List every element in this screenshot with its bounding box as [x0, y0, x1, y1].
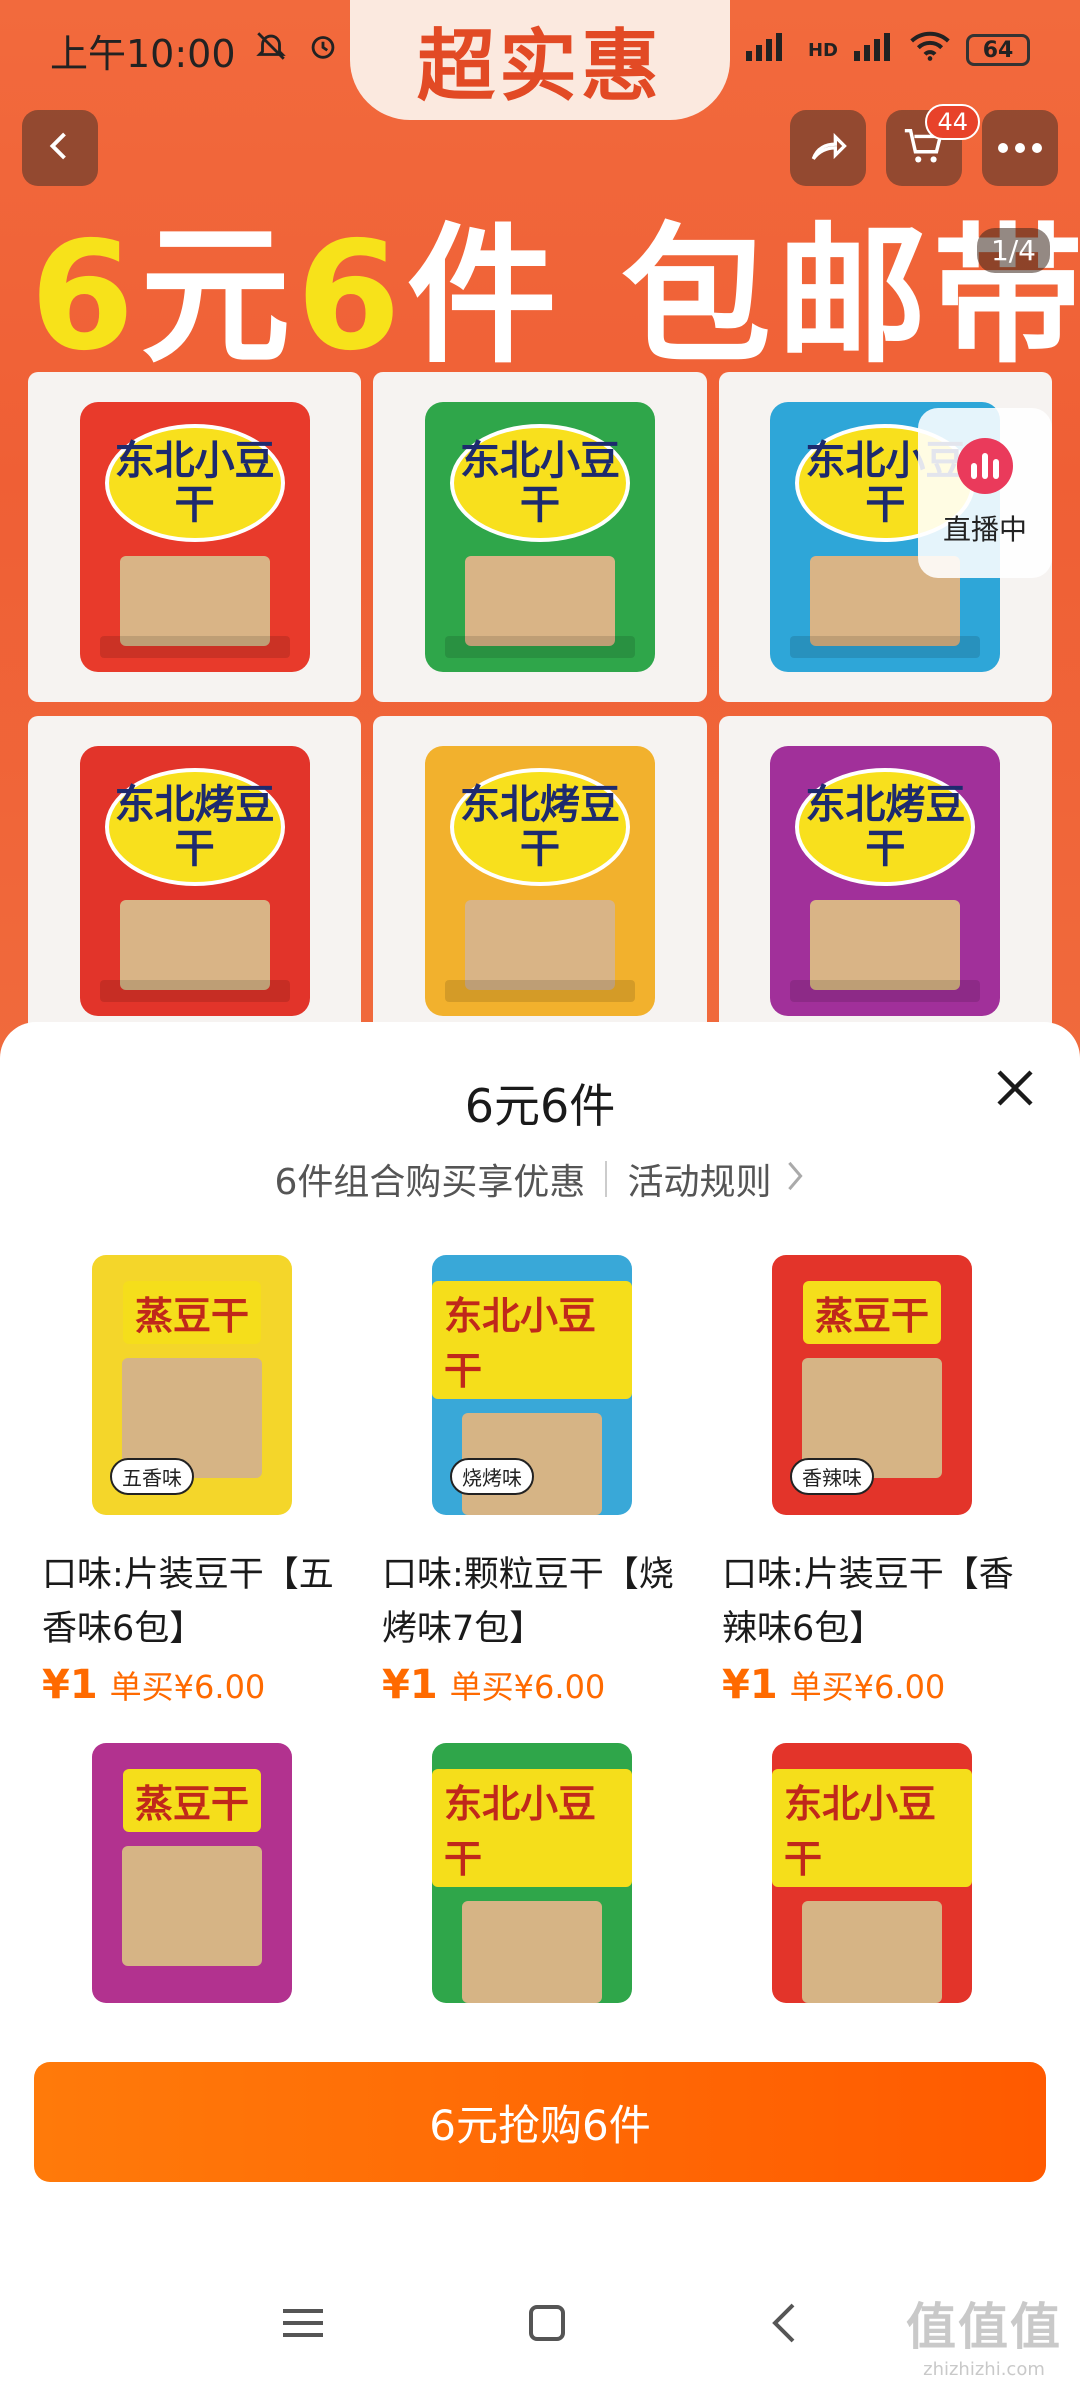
sku-image: 东北小豆干	[722, 1728, 1022, 2018]
signal-icon	[745, 31, 792, 69]
sku-image: 东北小豆干 烧烤味	[382, 1240, 682, 1530]
image-pager: 1/4	[976, 228, 1050, 273]
buy-bundle-button[interactable]: 6元抢购6件	[34, 2062, 1046, 2182]
sku-item[interactable]: 东北小豆干 烧烤味 口味:颗粒豆干【烧烤味7包】 ¥1 单买¥6.00	[382, 1240, 698, 1708]
sheet-subtitle-row: 6件组合购买享优惠 活动规则	[0, 1153, 1080, 1205]
divider	[605, 1161, 608, 1197]
rules-link[interactable]: 活动规则	[627, 1153, 805, 1205]
sku-item[interactable]: 蒸豆干 五香味 口味:片装豆干【五香味6包】 ¥1 单买¥6.00	[42, 1240, 358, 1708]
sheet-subtitle: 6件组合购买享优惠	[274, 1162, 586, 1203]
share-icon	[806, 124, 850, 172]
back-nav-icon[interactable]	[769, 2301, 799, 2349]
battery-indicator: 64	[966, 34, 1030, 66]
banner-pack: 东北烤豆干	[770, 746, 1001, 1016]
sku-item[interactable]: 东北小豆干	[382, 1728, 698, 2018]
home-icon[interactable]	[527, 2303, 567, 2347]
alarm-icon	[306, 29, 340, 72]
close-button[interactable]	[985, 1060, 1045, 1120]
banner-product-grid: 东北小豆干 东北小豆干 东北小豆干 东北烤豆干 东北烤豆干 东北烤豆干	[28, 372, 1052, 1046]
sku-image: 蒸豆干 香辣味	[722, 1240, 1022, 1530]
banner-pack: 东北烤豆干	[79, 746, 310, 1016]
menu-icon[interactable]	[281, 2303, 325, 2347]
sku-image: 东北小豆干	[382, 1728, 682, 2018]
chevron-left-icon	[42, 128, 78, 168]
banner-product: 东北小豆干	[373, 372, 707, 702]
banner-pack: 东北小豆干	[79, 402, 310, 672]
promo-slogan: 6元6件 包邮带走	[30, 210, 1080, 384]
sku-item[interactable]: 东北小豆干	[722, 1728, 1038, 2018]
sku-name: 口味:颗粒豆干【烧烤味7包】	[382, 1555, 674, 1649]
sku-item[interactable]: 蒸豆干	[42, 1728, 358, 2018]
sku-price-row: ¥1 单买¥6.00	[382, 1662, 606, 1708]
wifi-icon	[910, 30, 950, 70]
sku-price-row: ¥1 单买¥6.00	[42, 1662, 266, 1708]
chevron-right-icon	[785, 1159, 805, 1200]
sku-item[interactable]: 蒸豆干 香辣味 口味:片装豆干【香辣味6包】 ¥1 单买¥6.00	[722, 1240, 1038, 1708]
cart-count-badge: 44	[925, 104, 980, 140]
network-type: HD	[807, 39, 838, 61]
sku-name: 口味:片装豆干【香辣味6包】	[722, 1555, 1014, 1649]
banner-pack: 东北小豆干	[424, 402, 655, 672]
banner-product: 东北小豆干	[28, 372, 362, 702]
live-label: 直播中	[942, 513, 1027, 546]
close-icon	[991, 1064, 1039, 1116]
sku-price-row: ¥1 单买¥6.00	[722, 1662, 946, 1708]
live-stream-badge[interactable]: 直播中	[918, 408, 1052, 578]
sku-image: 蒸豆干 五香味	[42, 1240, 342, 1530]
sheet-title: 6元6件	[464, 1079, 616, 1133]
sku-image: 蒸豆干	[42, 1728, 342, 2018]
watermark: 值值值 zhizhizhi.com	[906, 2298, 1062, 2380]
banner-pack: 东北烤豆干	[424, 746, 655, 1016]
product-banner[interactable]: 超实惠 上午10:00 HD 64 44 6元6件 包邮带 1/4 东北小豆干 …	[0, 0, 1080, 1060]
sku-name: 口味:片装豆干【五香味6包】	[42, 1555, 334, 1649]
banner-product: 东北烤豆干	[373, 716, 707, 1046]
sku-grid: 蒸豆干 五香味 口味:片装豆干【五香味6包】 ¥1 单买¥6.00 东北小豆干 烧烤味…	[42, 1240, 1038, 2018]
banner-product: 东北烤豆干	[718, 716, 1052, 1046]
banner-product: 东北烤豆干	[28, 716, 362, 1046]
status-bar: 上午10:00 HD 64	[0, 0, 1080, 100]
live-bars-icon	[957, 438, 1013, 494]
status-time: 上午10:00	[50, 31, 236, 76]
signal-2-icon	[854, 31, 894, 69]
bell-muted-icon	[254, 29, 288, 72]
more-dots-icon	[997, 139, 1043, 158]
